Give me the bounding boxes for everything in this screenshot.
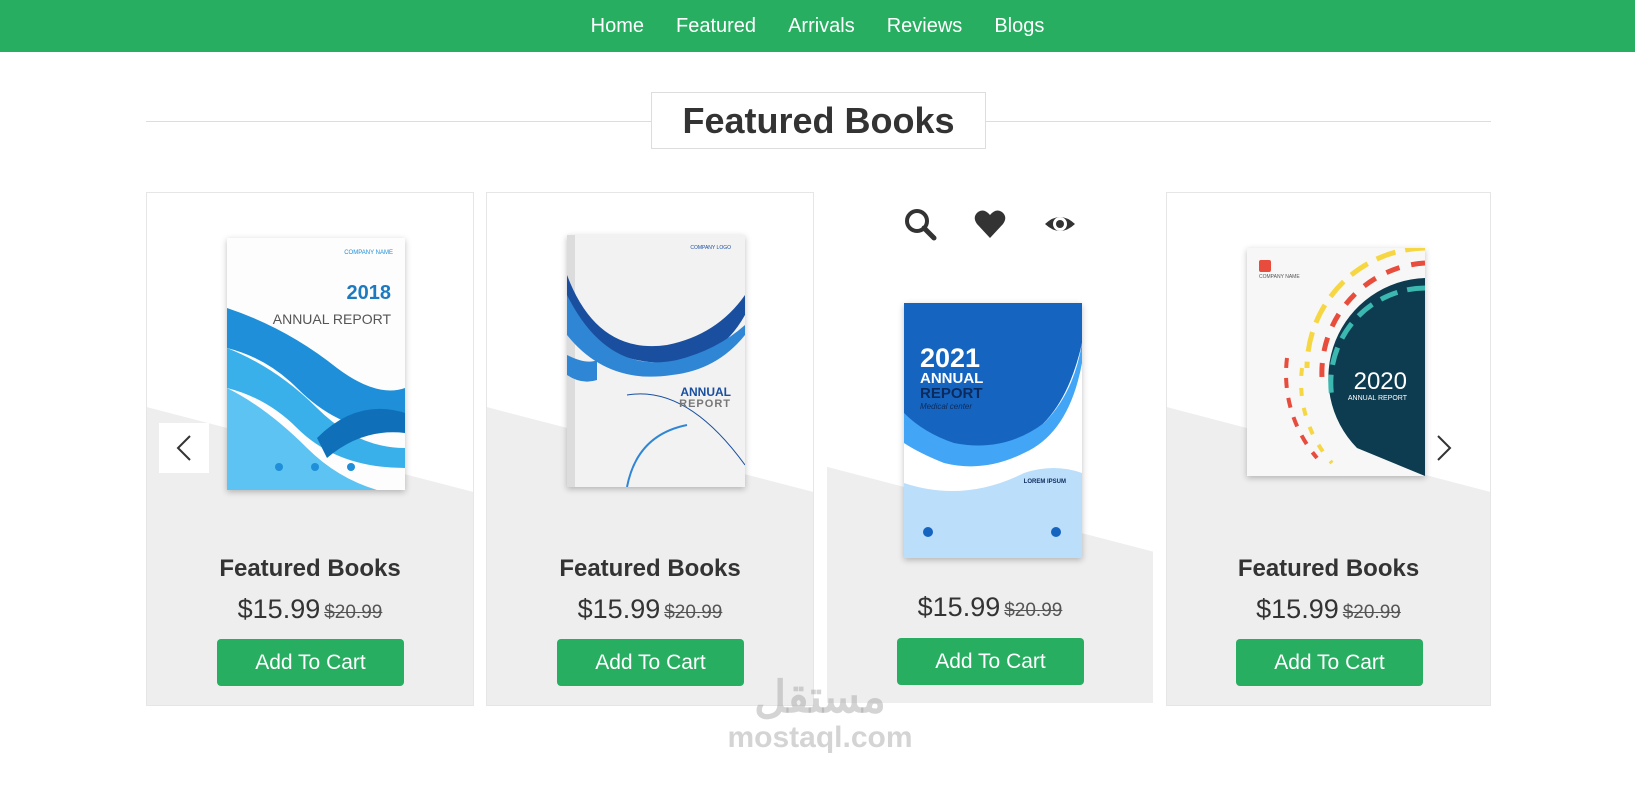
product-price: $15.99 $20.99: [147, 594, 473, 625]
carousel-next-button[interactable]: [1419, 423, 1469, 473]
cover-year: 2020: [1353, 368, 1407, 395]
product-title: Featured Books: [559, 555, 741, 582]
watermark-logo: مستقل mostaql.com: [705, 675, 935, 755]
cover-side-text: LOREM IPSUM: [1023, 479, 1066, 485]
product-price: $15.99 $20.99: [827, 592, 1153, 623]
product-title: Featured Books: [219, 555, 401, 582]
cover-line2: REPORT: [920, 385, 983, 402]
cover-company: COMPANY LOGO: [690, 245, 731, 251]
price-old: $20.99: [1004, 600, 1063, 621]
chevron-right-icon: [1437, 435, 1452, 461]
nav-link-arrivals[interactable]: Arrivals: [788, 15, 855, 38]
heart-icon[interactable]: [973, 207, 1007, 241]
product-card[interactable]: COMPANY NAME 2018 ANNUAL REPORT Featured…: [146, 192, 474, 706]
hover-icon-row: [827, 207, 1153, 241]
cover-label: ANNUAL REPORT: [1347, 395, 1407, 402]
search-icon[interactable]: [903, 207, 937, 241]
price-old: $20.99: [1342, 602, 1401, 623]
product-card[interactable]: COMPANY LOGO ANNUAL REPORT Featured Book…: [486, 192, 814, 706]
book-cover-image: 2021 ANNUAL REPORT Medical center LOREM …: [904, 303, 1082, 558]
nav-link-home[interactable]: Home: [591, 15, 644, 38]
cover-company: COMPANY NAME: [344, 250, 393, 256]
book-cover-image: COMPANY NAME 2018 ANNUAL REPORT: [227, 238, 405, 490]
product-title: Featured Books: [1237, 555, 1420, 582]
cover-company: COMPANY NAME: [1259, 274, 1300, 280]
eye-icon[interactable]: [1043, 207, 1077, 241]
section-heading-box: Featured Books: [651, 92, 986, 149]
price-old: $20.99: [324, 602, 383, 623]
price-current: $15.99: [1256, 594, 1339, 624]
cover-year: 2018: [346, 282, 392, 304]
add-to-cart-button[interactable]: Add To Cart: [217, 639, 404, 686]
book-cover-image: COMPANY LOGO ANNUAL REPORT: [567, 235, 746, 488]
section-heading: Featured Books: [682, 99, 955, 141]
watermark-arabic: مستقل: [754, 673, 886, 722]
watermark-latin: mostaql.com: [727, 721, 913, 754]
nav-link-blogs[interactable]: Blogs: [994, 15, 1044, 38]
nav-link-featured[interactable]: Featured: [676, 15, 756, 38]
top-navbar: Home Featured Arrivals Reviews Blogs: [0, 0, 1635, 52]
book-cover-image: COMPANY NAME 2020 ANNUAL REPORT: [1247, 245, 1426, 476]
price-current: $15.99: [577, 594, 661, 624]
price-current: $15.99: [237, 594, 321, 624]
chevron-left-icon: [176, 435, 191, 461]
nav-link-reviews[interactable]: Reviews: [887, 15, 963, 38]
add-to-cart-button[interactable]: Add To Cart: [1236, 639, 1423, 686]
cover-subtitle: Medical center: [920, 402, 973, 411]
product-price: $15.99 $20.99: [487, 594, 813, 625]
product-price: $15.99 $20.99: [1167, 594, 1490, 625]
carousel-prev-button[interactable]: [159, 423, 209, 473]
cover-line1: ANNUAL: [680, 385, 731, 399]
price-old: $20.99: [664, 602, 723, 623]
price-current: $15.99: [917, 592, 1001, 622]
product-card[interactable]: 2021 ANNUAL REPORT Medical center LOREM …: [826, 192, 1154, 704]
cover-label: ANNUAL REPORT: [272, 311, 391, 327]
product-card[interactable]: COMPANY NAME 2020 ANNUAL REPORT Featured…: [1166, 192, 1491, 706]
cover-line2: REPORT: [679, 398, 731, 410]
